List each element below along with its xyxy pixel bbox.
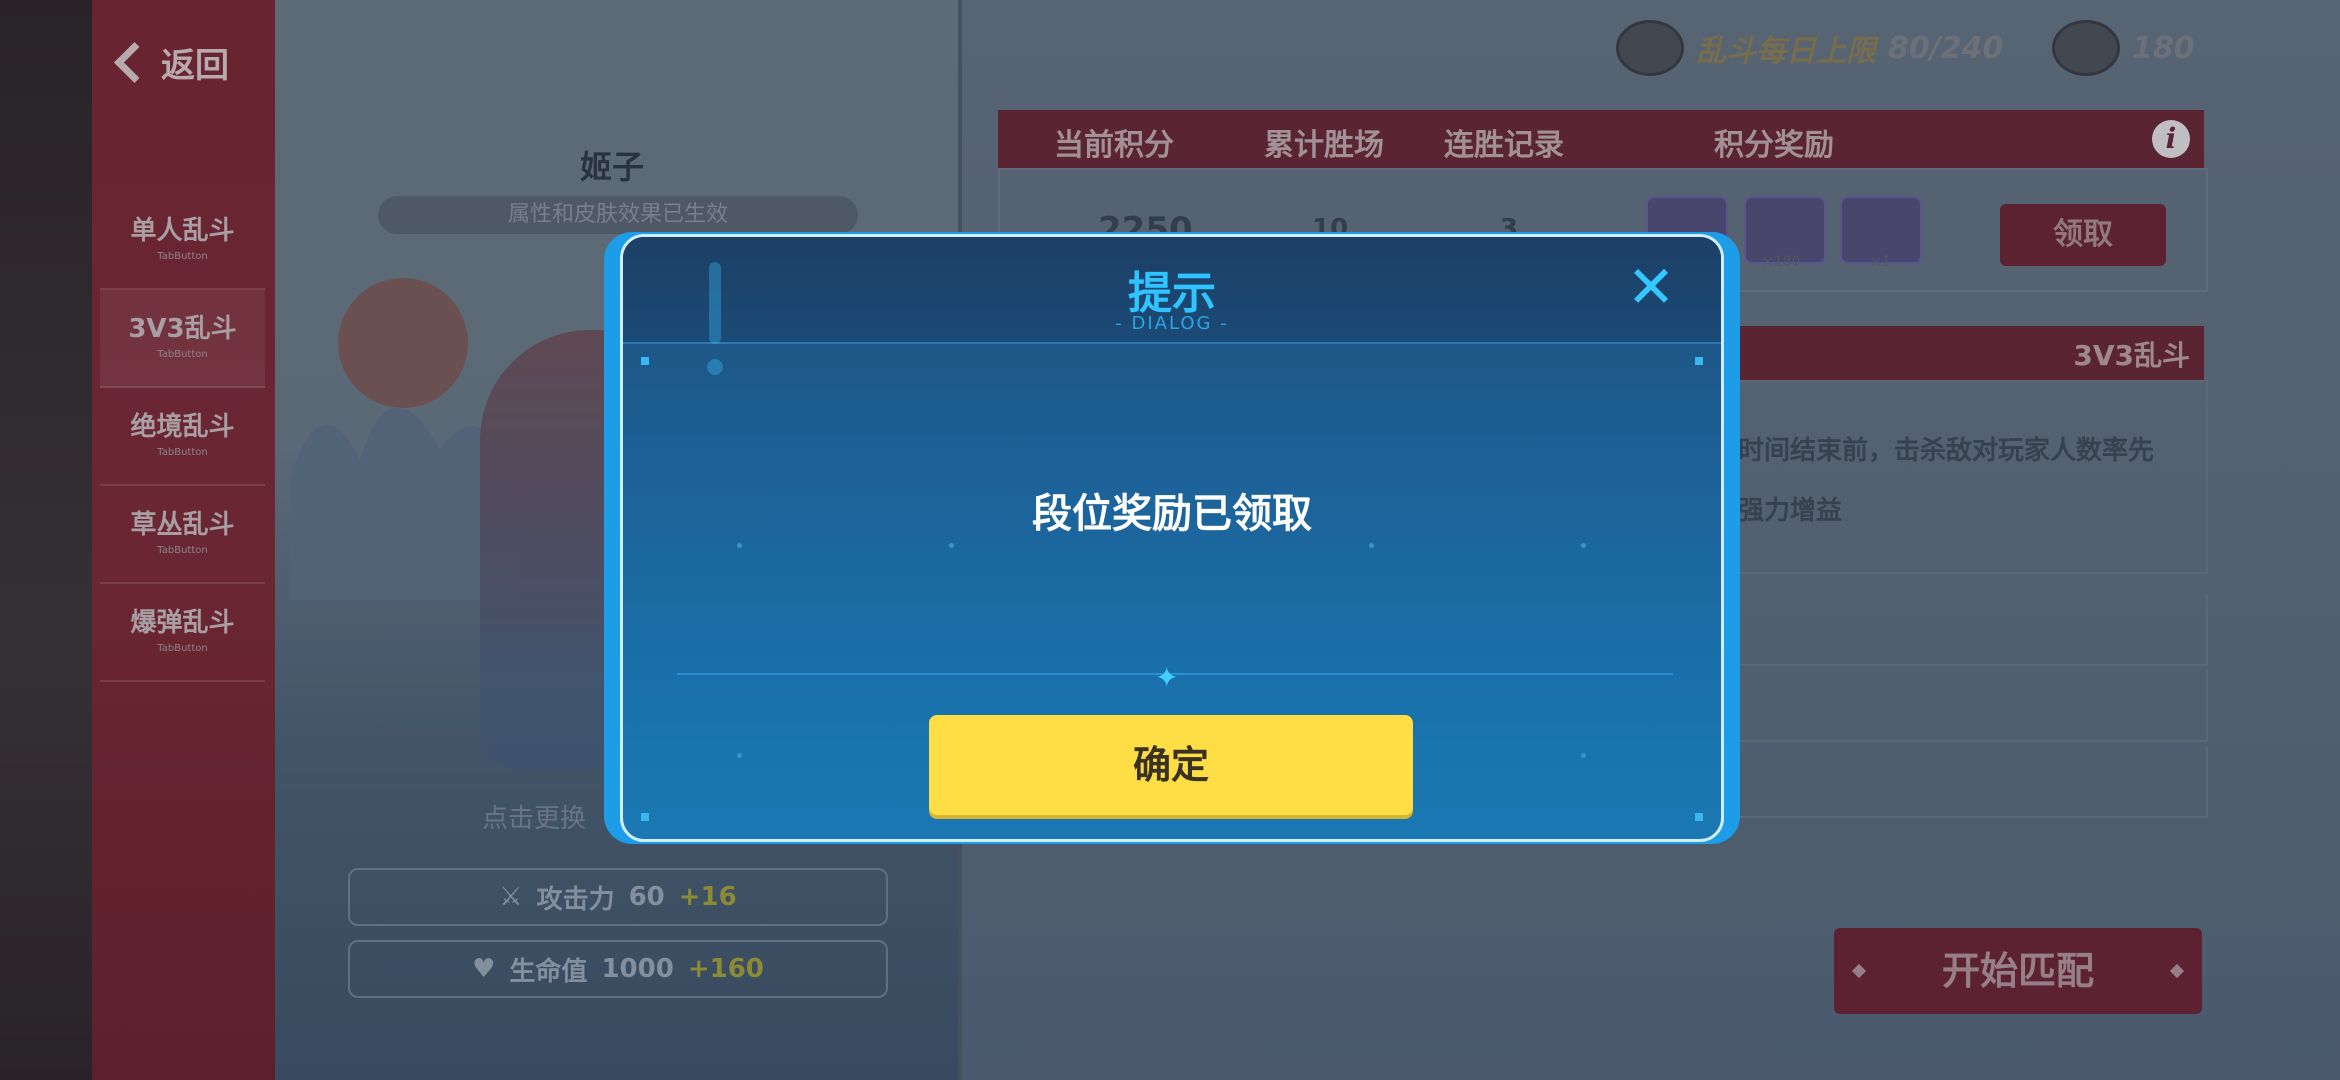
dialog-subtitle: - DIALOG - bbox=[1115, 313, 1229, 334]
grid-dot bbox=[949, 543, 954, 548]
dialog-header: 提示 - DIALOG - ✕ bbox=[623, 237, 1721, 375]
corner-dot bbox=[1695, 357, 1703, 365]
grid-dot bbox=[1581, 543, 1586, 548]
grid-dot bbox=[737, 753, 742, 758]
close-icon[interactable]: ✕ bbox=[1591, 247, 1711, 327]
corner-dot bbox=[641, 357, 649, 365]
notice-dialog: 提示 - DIALOG - ✕ 段位奖励已领取 ✦ 确定 bbox=[620, 234, 1724, 842]
sparkle-icon: ✦ bbox=[1155, 661, 1179, 694]
dialog-message: 段位奖励已领取 bbox=[1032, 491, 1312, 537]
dialog-title: 提示 bbox=[1128, 268, 1216, 319]
grid-dot bbox=[1581, 753, 1586, 758]
corner-dot bbox=[1695, 813, 1703, 821]
exclamation-dot bbox=[707, 359, 723, 375]
grid-dot bbox=[737, 543, 742, 548]
corner-dot bbox=[641, 813, 649, 821]
confirm-button[interactable]: 确定 bbox=[929, 715, 1413, 815]
grid-dot bbox=[1369, 543, 1374, 548]
